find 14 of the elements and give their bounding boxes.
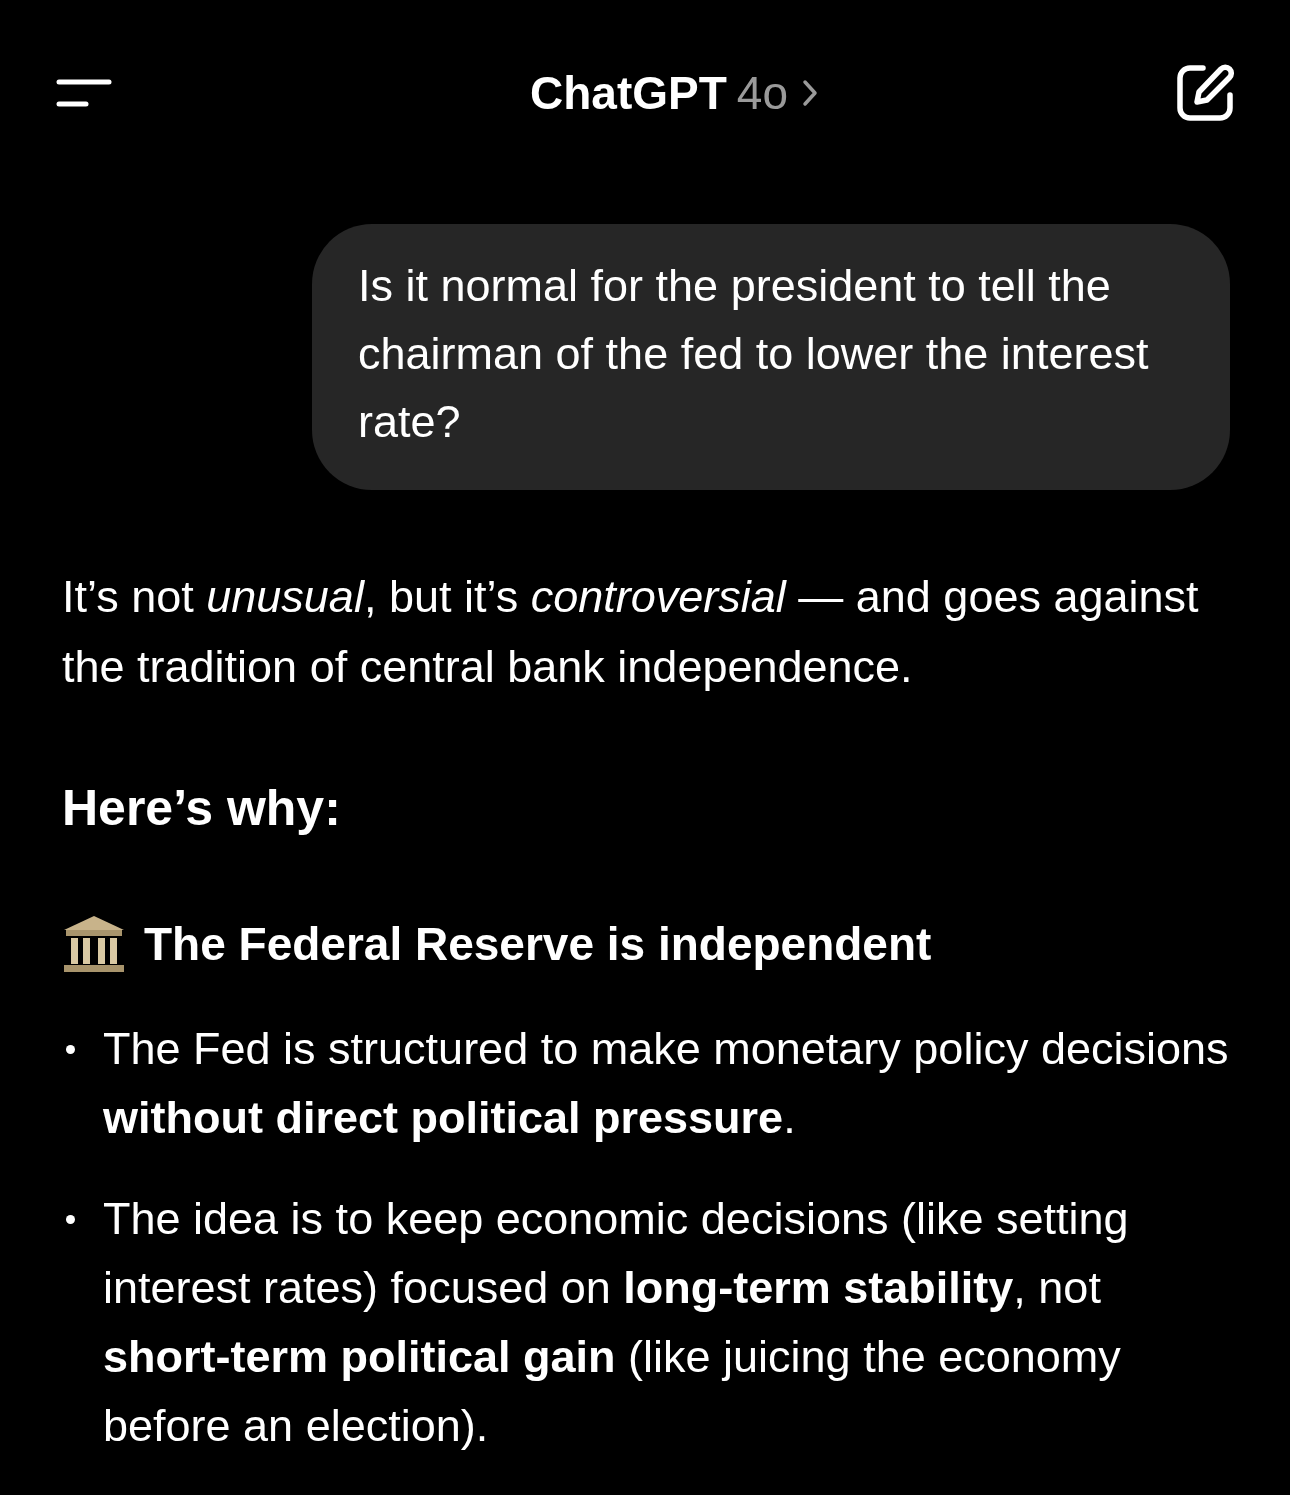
bullet-icon: [66, 1045, 75, 1054]
bullet-text: The Fed is structured to make monetary policy decisions without direct political pressure.: [103, 1022, 1230, 1145]
section-title: The Federal Reserve is independent: [144, 917, 932, 971]
classical-building-icon: [62, 914, 126, 974]
edit-icon[interactable]: [1176, 64, 1234, 122]
bullet-text: The idea is to keep economic decisions (like setting interest rates) focused on long-term stability, not short-term political gain (like juicing the economy before an election).: [103, 1192, 1130, 1453]
response-paragraph: It’s not unusual, but it’s controversial — and goes against the tradition of central bank independence.: [62, 570, 1200, 694]
chevron-icon[interactable]: [801, 79, 818, 107]
model-label[interactable]: 4o: [736, 66, 788, 120]
app-title[interactable]: ChatGPT: [530, 66, 727, 120]
user-message: Is it normal for the president to tell the chairman of the fed to lower the interest rate?: [312, 224, 1230, 490]
menu-icon[interactable]: [56, 77, 112, 109]
bullet-icon: [66, 1215, 75, 1224]
response-heading: Here’s why:: [62, 779, 342, 838]
